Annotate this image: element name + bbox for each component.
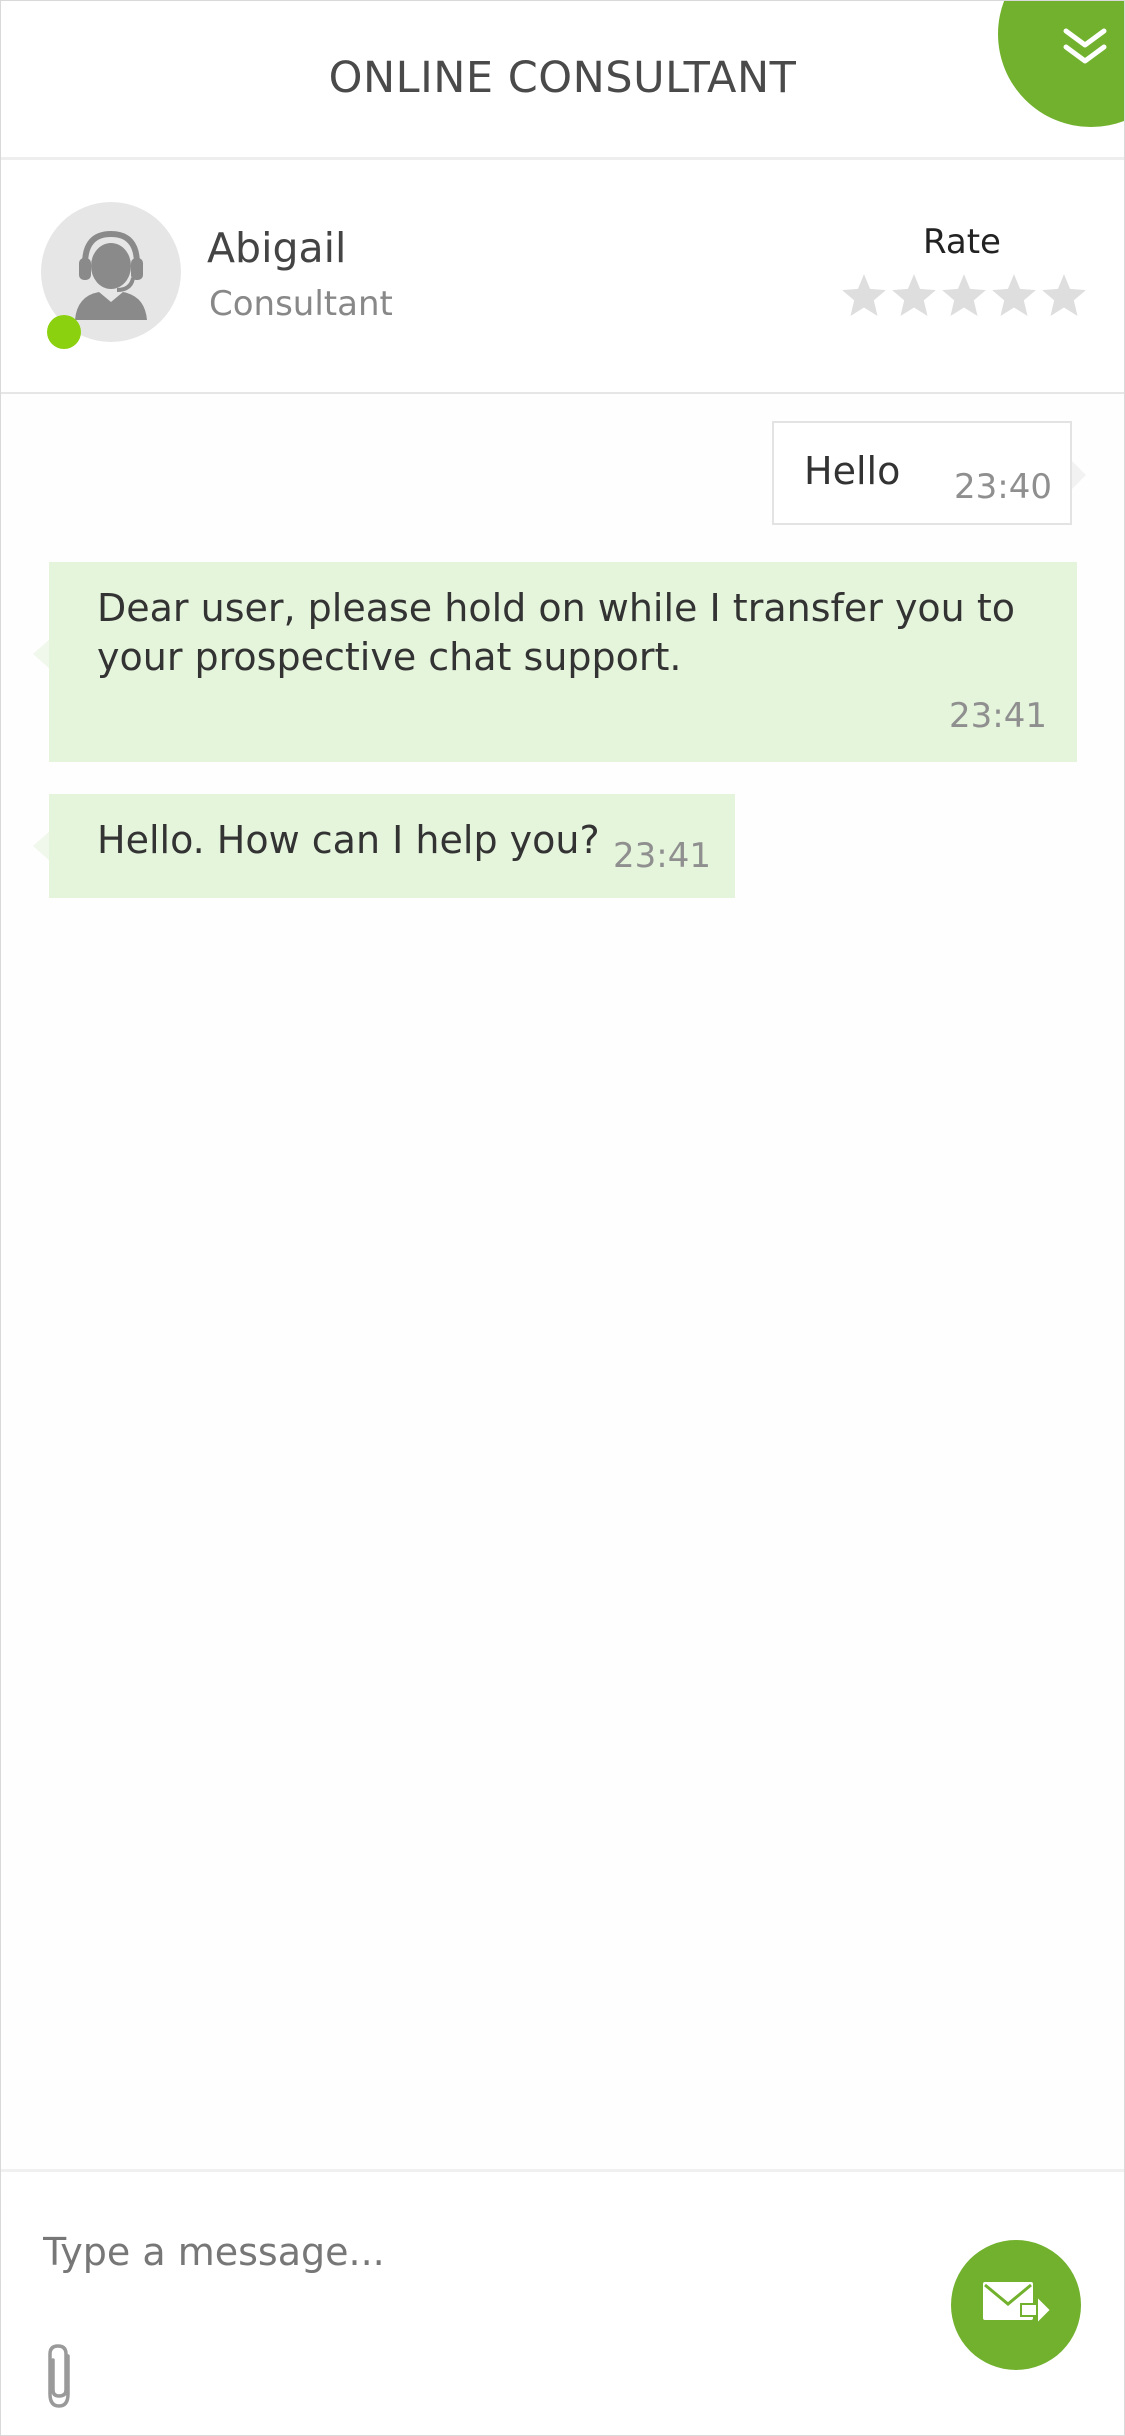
message-time: 23:41 bbox=[949, 696, 1047, 736]
attach-button[interactable] bbox=[41, 2342, 81, 2412]
online-status-dot bbox=[47, 315, 81, 349]
message-input[interactable] bbox=[43, 2212, 903, 2292]
message-text: Dear user, please hold on while I transf… bbox=[97, 586, 1015, 679]
message-text: Hello. How can I help you? bbox=[97, 818, 600, 862]
rating-stars bbox=[839, 268, 1089, 328]
agent-name: Abigail bbox=[207, 224, 347, 272]
envelope-send-icon bbox=[983, 2282, 1053, 2327]
message-time: 23:40 bbox=[954, 467, 1052, 507]
send-button[interactable] bbox=[951, 2240, 1081, 2370]
paperclip-icon bbox=[48, 2344, 70, 2408]
agent-bar: Abigail Consultant Rate bbox=[1, 160, 1124, 394]
star-icon[interactable] bbox=[1039, 268, 1089, 324]
message-time: 23:41 bbox=[613, 836, 711, 876]
message-list[interactable]: Hello 23:40 Dear user, please hold on wh… bbox=[1, 394, 1124, 2169]
message-bubble-incoming: Hello. How can I help you? 23:41 bbox=[33, 794, 735, 898]
message-composer bbox=[1, 2169, 1124, 2435]
chevron-double-down-icon bbox=[1063, 28, 1107, 64]
header-title: ONLINE CONSULTANT bbox=[328, 53, 797, 103]
chat-header: ONLINE CONSULTANT bbox=[1, 1, 1124, 160]
chat-widget: ONLINE CONSULTANT Abigail Consultant Rat… bbox=[0, 0, 1125, 2436]
star-icon[interactable] bbox=[889, 268, 939, 324]
message-bubble-outgoing: Hello 23:40 bbox=[772, 421, 1086, 525]
message-text: Hello bbox=[804, 449, 901, 493]
headset-user-icon bbox=[75, 230, 147, 320]
star-icon[interactable] bbox=[839, 268, 889, 324]
rate-label: Rate bbox=[923, 222, 1001, 262]
message-bubble-incoming: Dear user, please hold on while I transf… bbox=[33, 562, 1077, 762]
agent-role: Consultant bbox=[209, 284, 393, 324]
star-icon[interactable] bbox=[939, 268, 989, 324]
collapse-button[interactable] bbox=[998, 1, 1124, 127]
star-icon[interactable] bbox=[989, 268, 1039, 324]
